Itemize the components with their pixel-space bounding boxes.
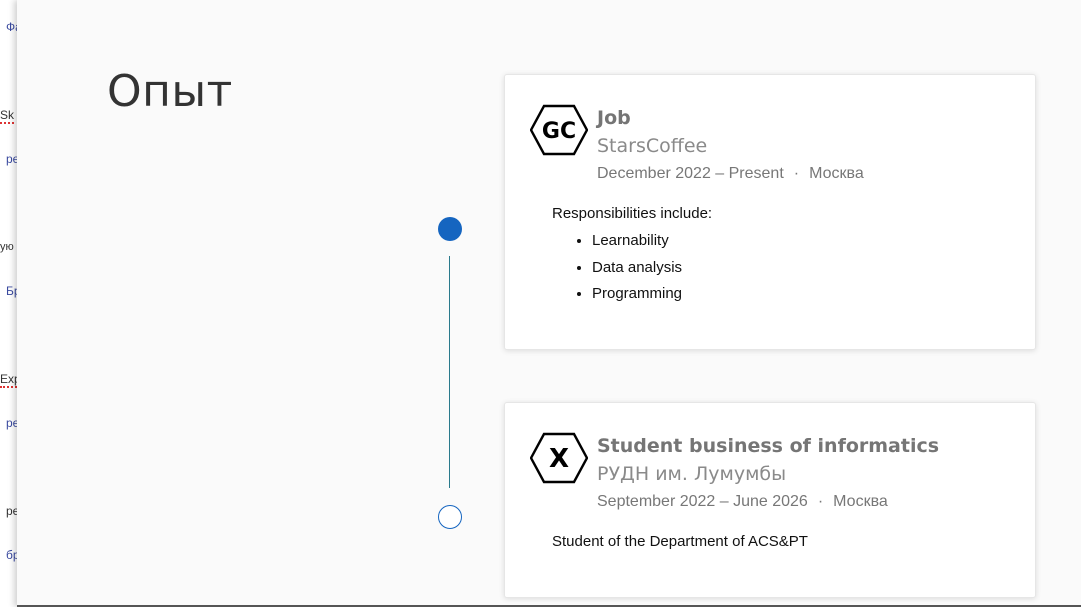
bg-link-fragment[interactable]: бр bbox=[6, 548, 17, 562]
company-logo-icon: GC bbox=[530, 104, 588, 156]
timeline-line bbox=[449, 256, 450, 488]
background-page-edge: Фа Sk ре ую Бр Exp ре ре бр bbox=[0, 0, 17, 607]
experience-organization: StarsCoffee bbox=[597, 135, 708, 157]
experience-meta: September 2022 – June 2026 · Москва bbox=[597, 490, 939, 514]
bg-link-fragment[interactable]: ре bbox=[6, 152, 17, 166]
bg-text-fragment: ре bbox=[6, 504, 17, 518]
logo-text: GC bbox=[542, 119, 576, 144]
resume-preview-panel: Опыт GC Job StarsCoffee December 2022 – … bbox=[17, 0, 1081, 607]
section-title: Опыт bbox=[107, 66, 233, 117]
card-header: Student business of informatics РУДН им.… bbox=[597, 433, 939, 514]
experience-dates: September 2022 – June 2026 bbox=[597, 493, 808, 510]
meta-separator: · bbox=[817, 493, 824, 510]
experience-location: Москва bbox=[833, 493, 888, 510]
bg-link-fragment[interactable]: Фа bbox=[6, 20, 17, 34]
description-text: Student of the Department of ACS&PT bbox=[552, 533, 808, 550]
timeline-marker-active[interactable] bbox=[438, 217, 462, 241]
list-item: Learnability bbox=[592, 228, 712, 255]
experience-role: Student business of informatics bbox=[597, 435, 940, 457]
experience-card: X Student business of informatics РУДН и… bbox=[504, 402, 1036, 598]
bg-link-fragment[interactable]: Бр bbox=[6, 284, 17, 298]
meta-separator: · bbox=[793, 165, 800, 182]
experience-role: Job bbox=[597, 107, 631, 129]
list-item: Data analysis bbox=[592, 255, 712, 282]
experience-location: Москва bbox=[809, 165, 864, 182]
bg-link-fragment[interactable]: ре bbox=[6, 416, 17, 430]
responsibilities-intro: Responsibilities include: bbox=[552, 205, 713, 222]
experience-organization: РУДН им. Лумумбы bbox=[597, 463, 787, 485]
timeline-marker[interactable] bbox=[438, 505, 462, 529]
bg-text-fragment: ую bbox=[0, 241, 14, 253]
experience-card: GC Job StarsCoffee December 2022 – Prese… bbox=[504, 74, 1036, 350]
experience-dates: December 2022 – Present bbox=[597, 165, 784, 182]
bg-text-fragment: Exp bbox=[0, 372, 17, 388]
logo-text: X bbox=[549, 444, 569, 474]
list-item: Programming bbox=[592, 281, 712, 308]
organization-logo-icon: X bbox=[530, 432, 588, 484]
responsibilities-list: Learnability Data analysis Programming bbox=[552, 228, 712, 308]
experience-meta: December 2022 – Present · Москва bbox=[597, 162, 864, 186]
card-header: Job StarsCoffee December 2022 – Present ·… bbox=[597, 105, 864, 186]
experience-description: Responsibilities include: Learnability D… bbox=[552, 205, 712, 308]
bg-text-fragment: Sk bbox=[0, 108, 15, 124]
experience-description: Student of the Department of ACS&PT bbox=[552, 533, 808, 550]
